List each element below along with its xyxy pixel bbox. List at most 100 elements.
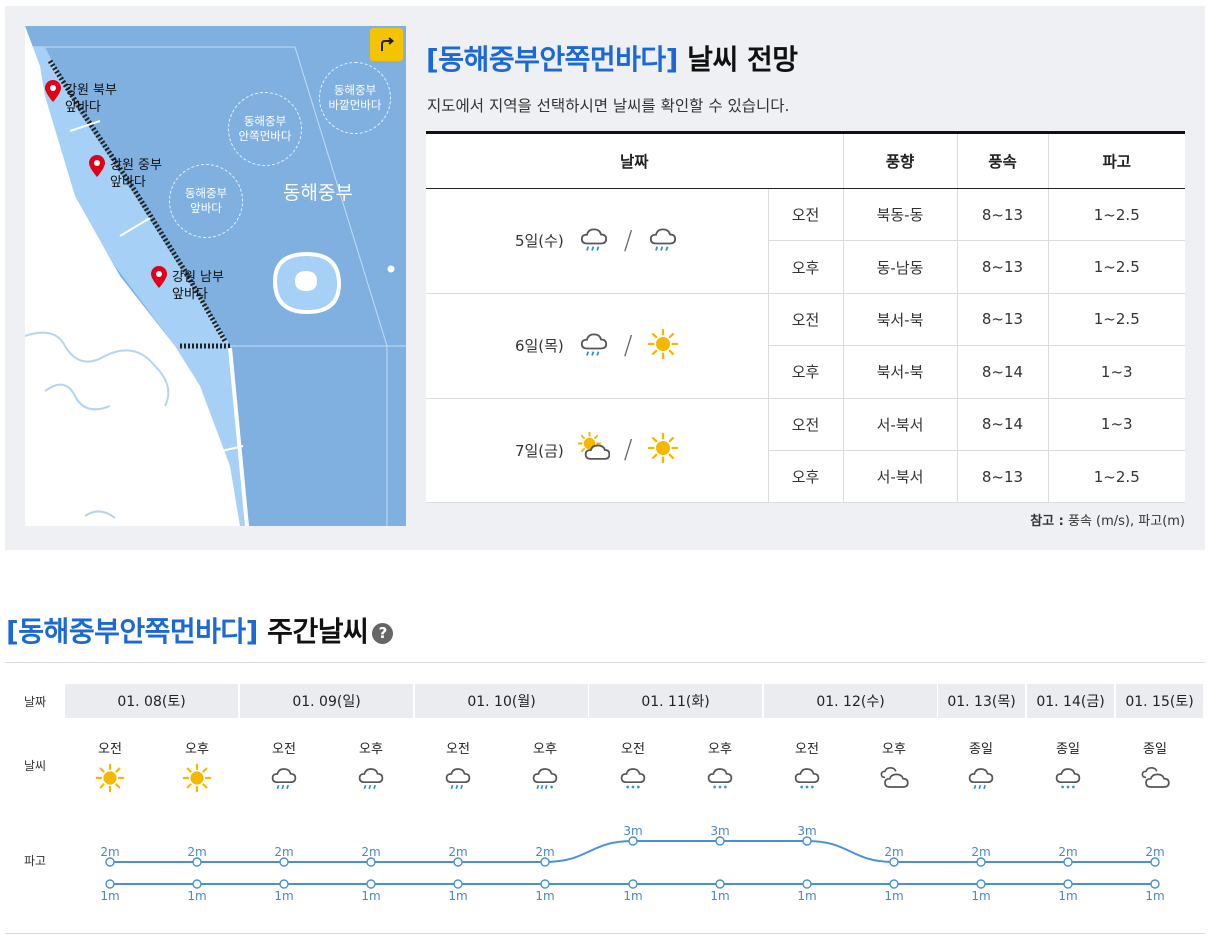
wave-height: 1~3 [1047,345,1185,399]
slot-time-label: 오후 [882,742,906,757]
zone-outer-far[interactable]: 동해중부 바깥먼바다 [319,62,391,134]
wave-value-label: 3m [623,824,643,838]
wave-point [802,836,812,846]
wave-value-label: 1m [274,889,294,903]
slot-time-label: 오전 [98,742,122,757]
wind-direction: 동-남동 [842,240,957,294]
rain-icon [271,768,297,790]
snow-icon [620,768,646,789]
header-wind-direction: 풍향 [842,131,957,189]
wind-speed: 8~13 [956,293,1048,347]
time-label: 오전 [767,188,843,242]
partly-cloudy-icon [577,432,611,461]
wind-speed: 8~13 [956,240,1048,294]
sun-icon [95,763,125,793]
wave-point [715,836,725,846]
weekly-date-header: 01. 15(토) [1116,684,1203,718]
wave-value-label: 1m [187,889,207,903]
wave-height: 1~2.5 [1047,450,1185,504]
region-label-north[interactable]: 강원 북부 앞바다 [65,82,117,116]
wave-point [628,879,638,889]
region-label-central[interactable]: 강원 중부 앞바다 [110,157,162,191]
slash-divider: / [623,225,633,256]
wave-value-label: 2m [100,845,120,859]
wave-point [540,857,550,867]
slot-time-label: 종일 [1143,742,1167,757]
weather-icon [577,432,611,468]
rain-icon [445,768,471,790]
slot-time-label: 오후 [708,742,732,757]
wave-value-label: 1m [710,889,730,903]
wind-direction: 북서-북 [842,293,957,347]
wave-point [279,879,289,889]
slot-time-label: 오전 [795,742,819,757]
wave-point [889,857,899,867]
wave-value-label: 2m [1058,845,1078,859]
rain-icon [968,768,994,790]
share-button[interactable] [370,28,403,61]
rain-snow-icon [532,768,558,790]
date-label: 5일(수) [514,232,564,251]
wave-value-label: 1m [1145,889,1165,903]
wind-direction: 서-북서 [842,398,957,451]
slot-time-label: 오전 [272,742,296,757]
table-row: 7일(금) / 오전 서-북서 8~14 1~3 [426,398,1185,504]
slot-time-label: 종일 [1056,742,1080,757]
wave-point [628,836,638,846]
wave-point [540,879,550,889]
slot-time-label: 오후 [359,742,383,757]
weather-icon-slot [879,763,909,797]
note-text: 풍속 (m/s), 파고(m) [1063,514,1185,529]
slash-divider: / [623,435,633,466]
row-label-date: 날짜 [24,695,47,709]
wave-point [1063,857,1073,867]
wave-value-label: 2m [884,845,904,859]
sun-icon [647,328,678,359]
zone-inner-far[interactable]: 동해중부 안쪽먼바다 [228,92,302,166]
time-label: 오전 [767,293,843,347]
region-label-south[interactable]: 강원 남부 앞바다 [172,269,224,303]
help-icon[interactable]: ? [372,623,394,644]
weekly-date-header: 01. 10(월) [415,684,588,718]
weekly-title: [동해중부안쪽먼바다] 주간날씨? [6,610,394,650]
forecast-title: [동해중부안쪽먼바다] 날씨 전망 [426,38,798,78]
header-date: 날짜 [426,131,843,189]
sea-area-map[interactable]: 강원 북부 앞바다 강원 중부 앞바다 강원 남부 앞바다 동해중부 앞바다 동… [25,26,406,526]
weather-icon-slot [792,763,822,797]
wave-point [192,857,202,867]
wave-point [366,857,376,867]
wave-value-label: 3m [797,824,817,838]
cloudy-icon [1141,767,1170,788]
slot-time-label: 오후 [185,742,209,757]
wave-point [453,857,463,867]
weather-icon-slot [705,763,735,797]
zone-inner-near[interactable]: 동해중부 앞바다 [169,164,243,238]
wave-value-label: 2m [187,845,207,859]
date-label: 6일(목) [514,337,564,356]
location-pin-icon[interactable] [89,155,105,177]
weather-icon-slot [95,763,125,797]
wave-value-label: 2m [1145,845,1165,859]
time-label: 오전 [767,398,843,451]
time-label: 오후 [767,450,843,504]
sun-icon [647,433,678,464]
location-pin-icon[interactable] [151,266,167,288]
wave-height: 1~2.5 [1047,240,1185,294]
weather-icon-slot [1140,763,1170,797]
table-row: 5일(수) / 오전 북동-동 8~13 1~2.5 [426,188,1185,294]
slash-divider: / [623,330,633,361]
zone-big-label[interactable]: 동해중부 [283,178,353,205]
wave-value-label: 2m [448,845,468,859]
slot-time-label: 오전 [446,742,470,757]
weather-icon [647,328,679,364]
wave-value-label: 1m [100,889,120,903]
wind-speed: 8~14 [956,398,1048,451]
weekly-date-header: 01. 12(수) [764,684,937,718]
share-arrow-icon [380,36,394,51]
location-pin-icon[interactable] [45,80,61,102]
wind-direction: 북동-동 [842,188,957,242]
weekly-date-header: 01. 09(일) [240,684,413,718]
wave-value-label: 2m [535,845,555,859]
snow-icon [794,768,820,789]
weekly-date-header: 01. 14(금) [1027,684,1114,718]
